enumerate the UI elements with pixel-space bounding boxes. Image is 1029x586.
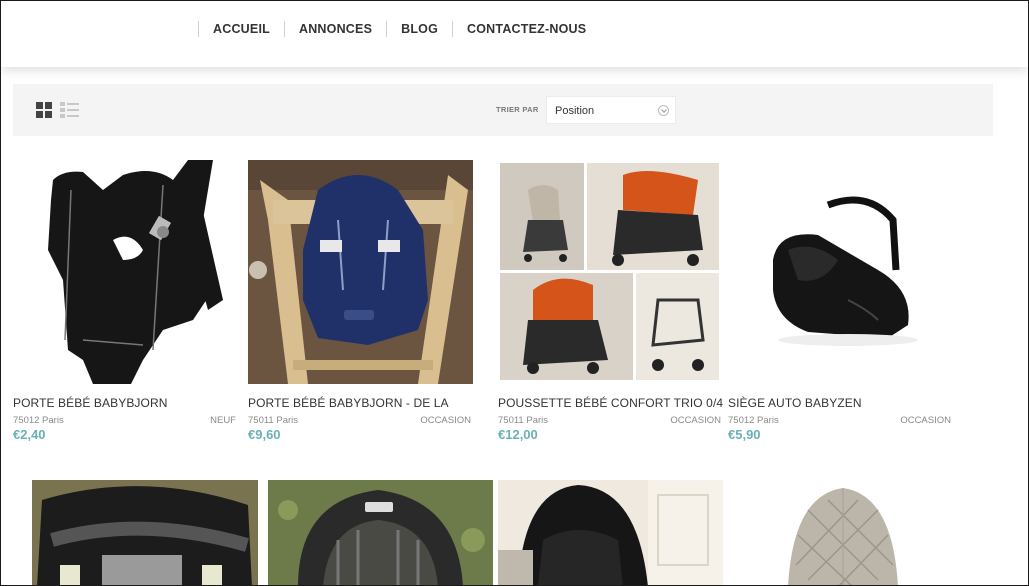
- product-image[interactable]: [268, 480, 493, 585]
- nav-item-contact: CONTACTEZ-NOUS: [452, 19, 600, 39]
- nav-item-annonces: ANNONCES: [283, 19, 386, 39]
- chevron-down-icon: [658, 105, 669, 116]
- product-card[interactable]: [268, 480, 493, 585]
- product-image[interactable]: [248, 160, 473, 384]
- grid-cell: [36, 102, 43, 109]
- car-seat-image: [728, 160, 953, 384]
- list-view-icon[interactable]: [60, 102, 79, 118]
- product-title[interactable]: PORTE BÉBÉ BABYBJORN: [13, 396, 168, 410]
- product-card[interactable]: PORTE BÉBÉ BABYBJORN - DE LA 75011 Paris…: [248, 160, 473, 445]
- product-image[interactable]: [748, 480, 973, 585]
- product-image[interactable]: [498, 160, 723, 384]
- product-location: 75011 Paris: [248, 415, 298, 426]
- nav-item-accueil: ACCUEIL: [198, 19, 284, 39]
- grid-cell: [45, 102, 52, 109]
- sort-selected-value: Position: [555, 105, 595, 117]
- product-condition: OCCASION: [670, 415, 721, 426]
- product-image[interactable]: [13, 160, 238, 384]
- nav-item-blog: BLOG: [386, 19, 452, 39]
- product-card[interactable]: [32, 480, 258, 585]
- sort-select[interactable]: Position: [546, 96, 676, 124]
- list-row: [60, 102, 79, 106]
- bouncer-seat-image: [748, 480, 973, 585]
- product-location: 75012 Paris: [728, 415, 779, 426]
- product-location: 75012 Paris: [13, 415, 64, 426]
- nav-link-annonces[interactable]: ANNONCES: [285, 22, 386, 36]
- product-price: €5,90: [728, 427, 761, 442]
- grid-cell: [45, 111, 52, 118]
- product-image[interactable]: [32, 480, 258, 585]
- stroller-collage-image: [498, 160, 723, 384]
- product-title[interactable]: POUSSETTE BÉBÉ CONFORT TRIO 0/4: [498, 396, 723, 410]
- car-seat-grey-image: [32, 480, 258, 585]
- product-price: €12,00: [498, 427, 538, 442]
- product-location: 75011 Paris: [498, 415, 548, 426]
- page: ACCUEIL ANNONCES BLOG CONTACTEZ-NOUS TRI…: [0, 0, 1029, 586]
- nav-link-blog[interactable]: BLOG: [387, 22, 452, 36]
- black-car-seat-image: [498, 480, 723, 585]
- nav-link-accueil[interactable]: ACCUEIL: [199, 22, 284, 36]
- listing-toolbar: TRIER PAR Position: [13, 84, 993, 136]
- grid-view-icon[interactable]: [36, 102, 52, 118]
- product-condition: OCCASION: [900, 415, 951, 426]
- product-card[interactable]: PORTE BÉBÉ BABYBJORN 75012 Paris NEUF €2…: [13, 160, 238, 445]
- list-row: [60, 114, 79, 118]
- product-title[interactable]: PORTE BÉBÉ BABYBJORN - DE LA: [248, 396, 449, 410]
- sort-label: TRIER PAR: [496, 105, 539, 114]
- product-card[interactable]: SIÈGE AUTO BABYZEN 75012 Paris OCCASION …: [728, 160, 953, 445]
- baby-carrier-on-chair-image: [248, 160, 473, 384]
- list-row: [60, 108, 79, 112]
- site-header: ACCUEIL ANNONCES BLOG CONTACTEZ-NOUS: [1, 1, 1028, 67]
- product-image[interactable]: [498, 480, 723, 585]
- baby-carrier-image: [13, 160, 238, 384]
- product-card[interactable]: [498, 480, 723, 585]
- main-nav: ACCUEIL ANNONCES BLOG CONTACTEZ-NOUS: [198, 19, 600, 39]
- grid-cell: [36, 111, 43, 118]
- product-price: €2,40: [13, 427, 46, 442]
- product-title[interactable]: SIÈGE AUTO BABYZEN: [728, 396, 862, 410]
- nav-link-contact[interactable]: CONTACTEZ-NOUS: [453, 22, 600, 36]
- product-card[interactable]: [748, 480, 973, 585]
- product-image[interactable]: [728, 160, 953, 384]
- product-condition: OCCASION: [420, 415, 471, 426]
- chicco-car-seat-image: [268, 480, 493, 585]
- product-condition: NEUF: [210, 415, 236, 426]
- product-price: €9,60: [248, 427, 281, 442]
- product-card[interactable]: POUSSETTE BÉBÉ CONFORT TRIO 0/4 75011 Pa…: [498, 160, 723, 445]
